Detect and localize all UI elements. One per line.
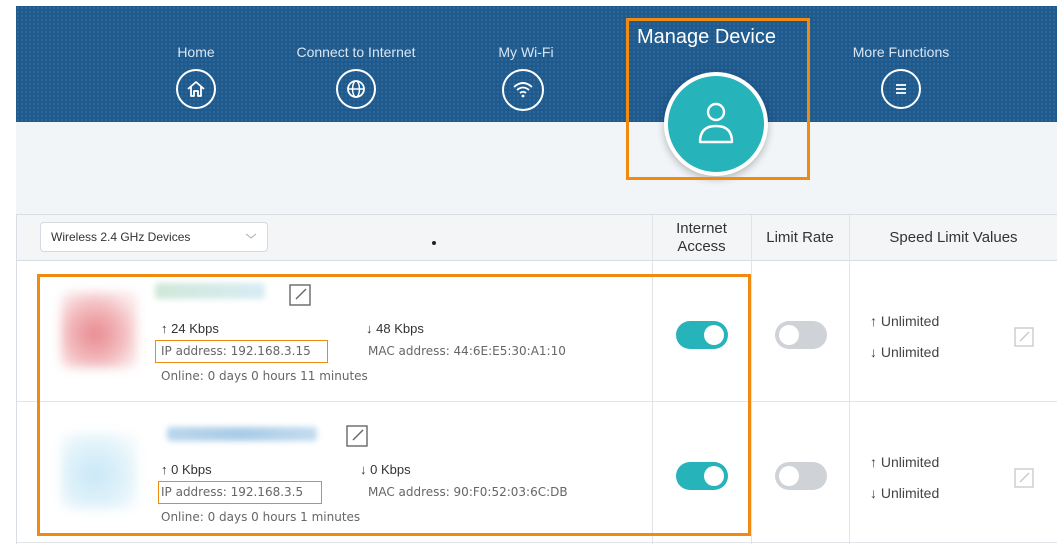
nav-home[interactable]: Home: [156, 6, 236, 122]
wifi-icon[interactable]: [502, 69, 544, 111]
chevron-down-icon: [245, 233, 257, 239]
upload-limit: ↑ Unlimited: [870, 454, 940, 470]
home-icon[interactable]: [176, 69, 216, 109]
menu-icon[interactable]: [881, 69, 921, 109]
nav-connect-label: Connect to Internet: [296, 44, 416, 60]
download-speed-value: 48 Kbps: [376, 321, 424, 336]
edit-speed-limit-icon[interactable]: [1014, 327, 1034, 347]
download-speed: ↓ 0 Kbps: [360, 462, 411, 477]
edit-name-icon[interactable]: [289, 284, 311, 306]
globe-icon[interactable]: [336, 69, 376, 109]
internet-access-toggle[interactable]: [676, 321, 728, 349]
download-limit-value: Unlimited: [880, 485, 940, 501]
upload-speed: ↑ 0 Kbps: [161, 462, 212, 477]
header-speed-limit-values: Speed Limit Values: [889, 229, 1018, 246]
nav-more-label: More Functions: [852, 44, 950, 60]
nav-more-functions[interactable]: More Functions: [836, 6, 966, 122]
limit-rate-toggle[interactable]: [775, 321, 827, 349]
nav-my-wifi[interactable]: My Wi-Fi: [486, 6, 566, 122]
download-speed-value: 0 Kbps: [370, 462, 411, 477]
online-duration: Online: 0 days 0 hours 11 minutes: [161, 369, 368, 383]
table-header: Wireless 2.4 GHz Devices Internet Access…: [17, 215, 1057, 261]
online-duration: Online: 0 days 0 hours 1 minutes: [161, 510, 361, 524]
device-type-select-value: Wireless 2.4 GHz Devices: [51, 230, 191, 244]
mac-address: MAC address: 90:F0:52:03:6C:DB: [368, 485, 568, 499]
download-limit: ↓ Unlimited: [870, 485, 940, 501]
edit-name-icon[interactable]: [346, 425, 368, 447]
toggle-knob: [704, 325, 724, 345]
toggle-knob: [779, 325, 799, 345]
upload-limit-value: Unlimited: [880, 454, 940, 470]
download-speed: ↓ 48 Kbps: [366, 321, 424, 336]
upload-speed: ↑ 24 Kbps: [161, 321, 219, 336]
toggle-knob: [704, 466, 724, 486]
device-avatar: [61, 433, 137, 509]
device-table: Wireless 2.4 GHz Devices Internet Access…: [16, 214, 1057, 544]
device-avatar: [61, 292, 137, 368]
nav-wifi-label: My Wi-Fi: [498, 44, 554, 60]
download-limit: ↓ Unlimited: [870, 344, 940, 360]
header-limit-rate: Limit Rate: [766, 229, 834, 246]
download-limit-value: Unlimited: [880, 344, 940, 360]
header-internet-access: Internet Access: [676, 220, 727, 255]
mac-address: MAC address: 44:6E:E5:30:A1:10: [368, 344, 566, 358]
nav-manage-device-label: Manage Device: [637, 26, 776, 48]
upload-limit: ↑ Unlimited: [870, 313, 940, 329]
nav-home-label: Home: [177, 44, 215, 60]
internet-access-toggle[interactable]: [676, 462, 728, 490]
top-navigation-bar: Home Connect to Internet My Wi-Fi More F…: [16, 6, 1057, 122]
device-name-redacted: [155, 283, 265, 299]
content-band: [16, 122, 1057, 214]
nav-connect-to-internet[interactable]: Connect to Internet: [281, 6, 431, 122]
edit-speed-limit-icon[interactable]: [1014, 468, 1034, 488]
upload-speed-value: 24 Kbps: [171, 321, 219, 336]
upload-limit-value: Unlimited: [880, 313, 940, 329]
ip-address: IP address: 192.168.3.15: [161, 344, 311, 358]
table-row: ↑ 24 Kbps ↓ 48 Kbps IP address: 192.168.…: [17, 262, 1057, 402]
upload-speed-value: 0 Kbps: [171, 462, 212, 477]
table-row: ↑ 0 Kbps ↓ 0 Kbps IP address: 192.168.3.…: [17, 403, 1057, 543]
limit-rate-toggle[interactable]: [775, 462, 827, 490]
ip-address: IP address: 192.168.3.5: [161, 485, 304, 499]
header-dot: [432, 241, 436, 245]
device-name-redacted: [167, 427, 317, 441]
device-type-select[interactable]: Wireless 2.4 GHz Devices: [40, 222, 268, 252]
toggle-knob: [779, 466, 799, 486]
